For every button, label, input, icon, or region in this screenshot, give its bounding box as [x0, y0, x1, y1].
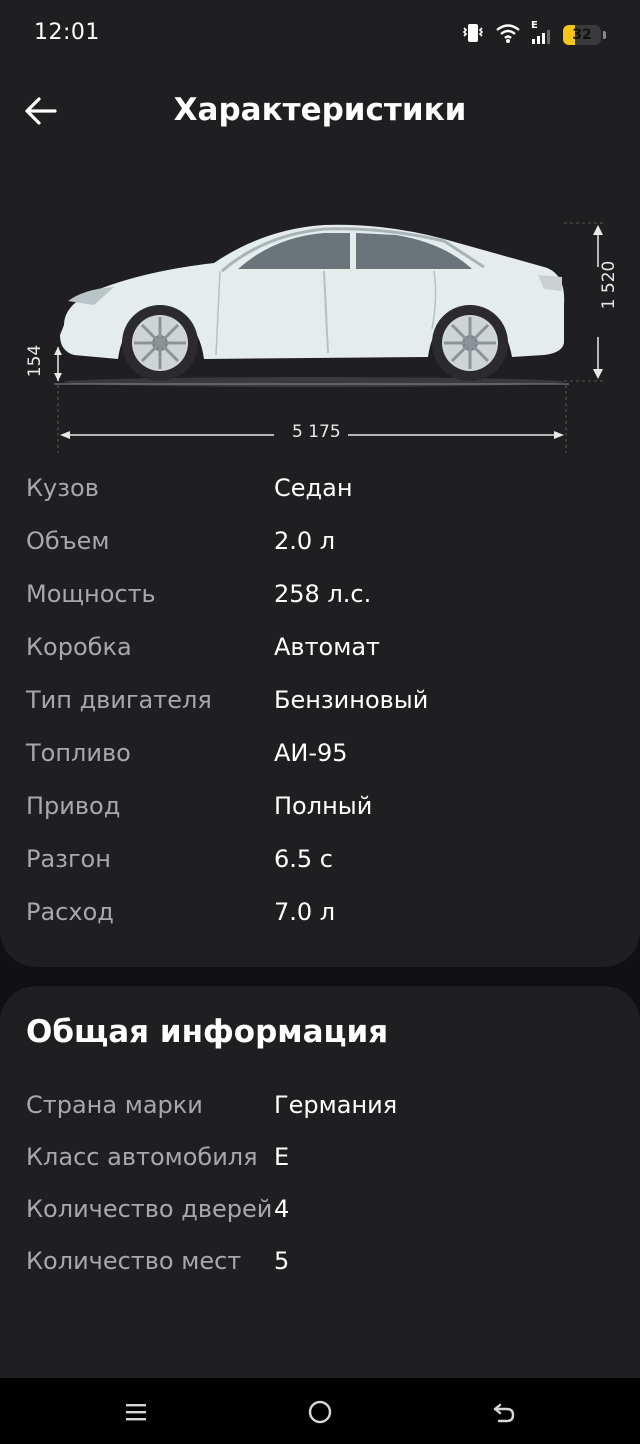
info-row-class: Класс автомобиля E — [0, 1138, 640, 1176]
spec-row-engine-type: Тип двигателя Бензиновый — [0, 674, 640, 727]
spec-value: 7.0 л — [274, 898, 336, 926]
status-icons: E 32 — [461, 20, 606, 48]
battery-level: 32 — [572, 27, 592, 43]
menu-nav-button[interactable] — [116, 1392, 156, 1432]
spec-label: Топливо — [26, 739, 131, 767]
spec-label: Тип двигателя — [26, 686, 212, 714]
spec-label: Расход — [26, 898, 114, 926]
vibrate-icon — [461, 22, 485, 48]
battery-cap — [603, 31, 606, 39]
status-time: 12:01 — [34, 20, 100, 45]
app-bar: Характеристики — [0, 78, 640, 144]
back-nav-button[interactable] — [484, 1392, 524, 1432]
spec-label: Коробка — [26, 633, 132, 661]
height-label: 1 520 — [599, 260, 619, 310]
info-value: Германия — [274, 1091, 398, 1119]
wifi-icon — [495, 22, 521, 48]
info-row-doors: Количество дверей 4 — [0, 1190, 640, 1228]
back-icon — [493, 1403, 515, 1423]
info-value: 5 — [274, 1247, 290, 1275]
info-row-seats: Количество мест 5 — [0, 1242, 640, 1280]
info-value: E — [274, 1143, 290, 1171]
page-title: Характеристики — [173, 92, 467, 128]
spec-row-gearbox: Коробка Автомат — [0, 621, 640, 674]
general-info-card: Общая информация Страна марки Германия К… — [0, 986, 640, 1406]
spec-value: 2.0 л — [274, 527, 336, 555]
info-label: Количество мест — [26, 1247, 242, 1275]
spec-value: 258 л.с. — [274, 580, 372, 608]
section-title: Общая информация — [26, 1014, 389, 1050]
spec-value: Автомат — [274, 633, 381, 661]
spec-label: Объем — [26, 527, 110, 555]
info-label: Класс автомобиля — [26, 1143, 258, 1171]
spec-value: Седан — [274, 474, 353, 502]
info-label: Страна марки — [26, 1091, 203, 1119]
specs-list: Кузов Седан Объем 2.0 л Мощность 258 л.с… — [0, 462, 640, 939]
spec-row-volume: Объем 2.0 л — [0, 515, 640, 568]
battery-icon: 32 — [563, 25, 601, 45]
info-value: 4 — [274, 1195, 290, 1223]
spec-row-drive: Привод Полный — [0, 780, 640, 833]
spec-value: 6.5 с — [274, 845, 333, 873]
signal-icon: E — [531, 20, 553, 46]
spec-label: Кузов — [26, 474, 99, 502]
info-label: Количество дверей — [26, 1195, 273, 1223]
menu-icon — [126, 1404, 146, 1421]
spec-label: Разгон — [26, 845, 111, 873]
info-row-country: Страна марки Германия — [0, 1086, 640, 1124]
spec-row-power: Мощность 258 л.с. — [0, 568, 640, 621]
spec-row-body: Кузов Седан — [0, 462, 640, 515]
length-label: 5 175 — [286, 422, 347, 442]
home-icon — [308, 1400, 332, 1424]
home-nav-button[interactable] — [300, 1392, 340, 1432]
car-dimensions-diagram: 5 175 1 520 154 — [24, 205, 619, 455]
clearance-label: 154 — [25, 344, 45, 378]
spec-row-consumption: Расход 7.0 л — [0, 886, 640, 939]
spec-row-fuel: Топливо АИ-95 — [0, 727, 640, 780]
spec-row-acceleration: Разгон 6.5 с — [0, 833, 640, 886]
spec-value: Бензиновый — [274, 686, 429, 714]
spec-label: Мощность — [26, 580, 156, 608]
spec-value: АИ-95 — [274, 739, 348, 767]
system-nav-bar — [0, 1378, 640, 1444]
spec-label: Привод — [26, 792, 121, 820]
spec-value: Полный — [274, 792, 373, 820]
car-illustration — [54, 222, 604, 453]
general-info-list: Страна марки Германия Класс автомобиля E… — [0, 1086, 640, 1280]
status-bar: 12:01 E 32 — [0, 0, 640, 70]
